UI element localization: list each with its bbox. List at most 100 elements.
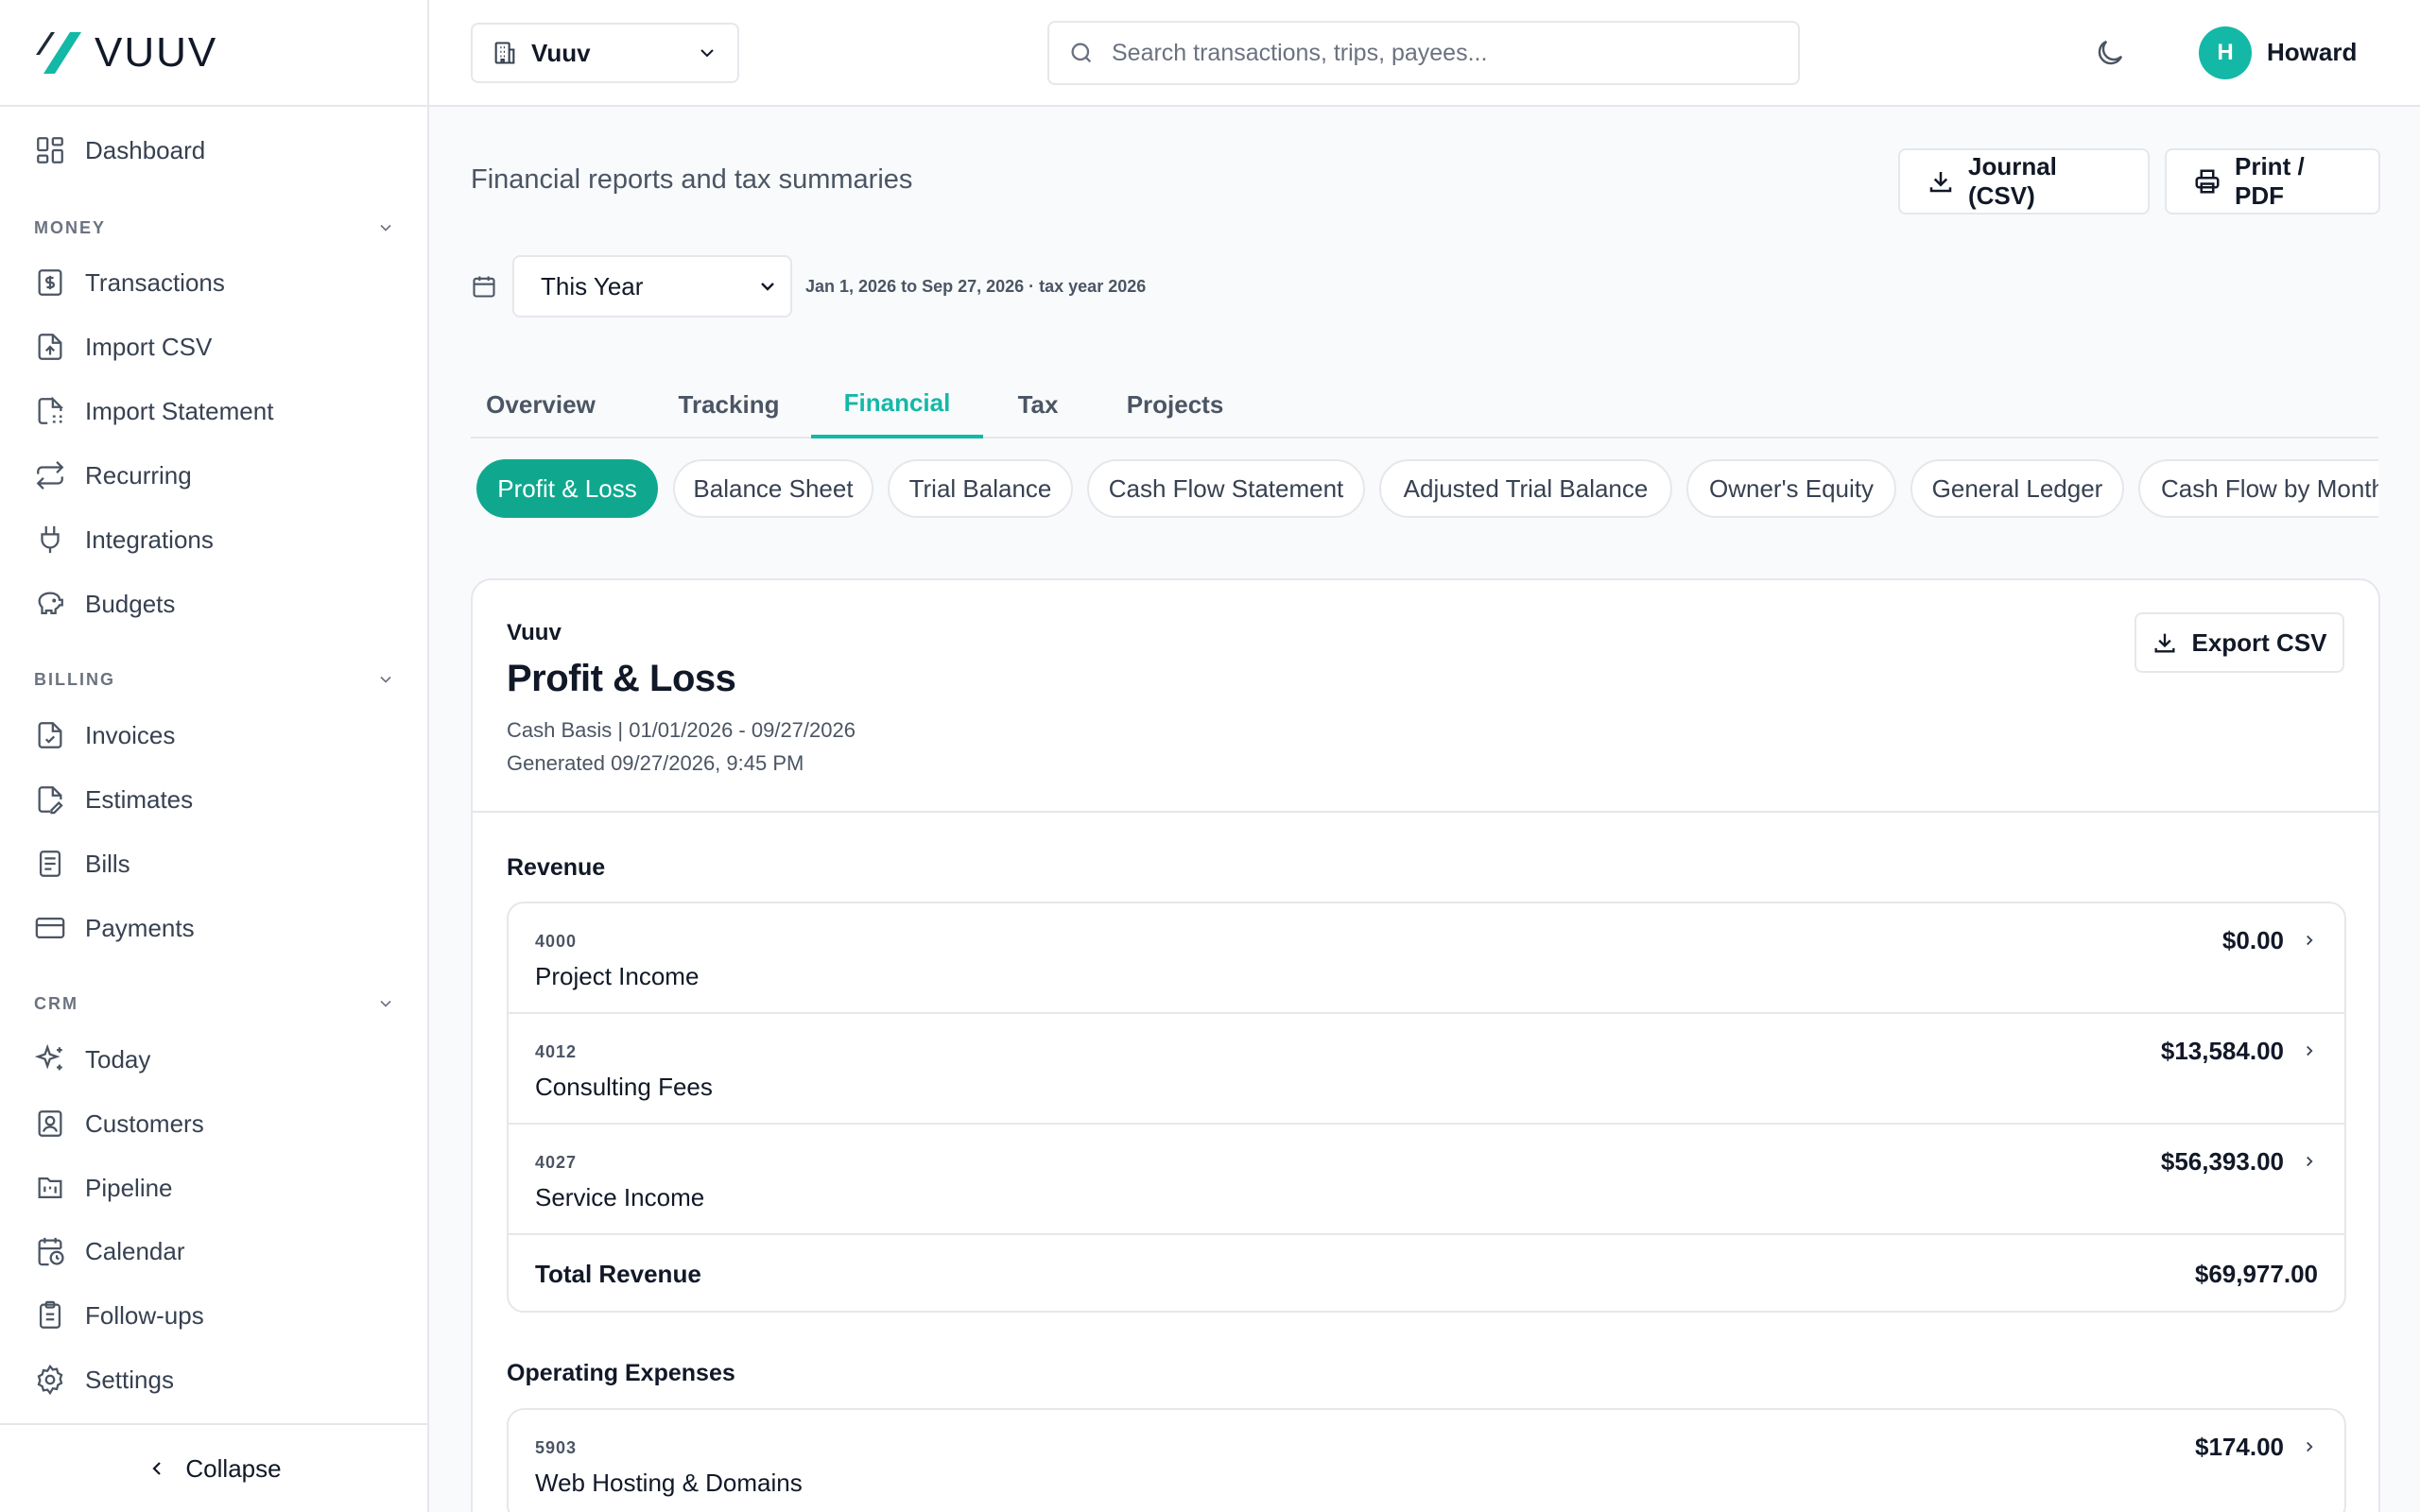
sidebar-item-recurring[interactable]: Recurring xyxy=(34,452,192,499)
chevron-right-icon xyxy=(2301,932,2318,949)
report-card: Vuuv Profit & Loss Cash Basis | 01/01/20… xyxy=(471,578,2380,1512)
sidebar-item-label: Transactions xyxy=(85,267,225,297)
file-upload-icon xyxy=(34,331,66,363)
account-amount: $56,393.00 xyxy=(2160,1147,2284,1176)
button-label: Print / PDF xyxy=(2235,152,2305,210)
account-row[interactable]: 4000 Project Income $0.00 xyxy=(509,903,2344,1014)
sidebar-item-label: Settings xyxy=(85,1365,174,1394)
sidebar-item-label: Import Statement xyxy=(85,396,274,425)
tab-projects[interactable]: Projects xyxy=(1114,370,1236,438)
gear-icon xyxy=(34,1364,66,1396)
sidebar-item-dashboard[interactable]: Dashboard xyxy=(34,127,205,174)
sidebar-item-pipeline[interactable]: Pipeline xyxy=(34,1164,173,1211)
export-csv-button[interactable]: Export CSV xyxy=(2135,612,2344,673)
sidebar-item-follow-ups[interactable]: Follow-ups xyxy=(34,1292,204,1339)
tab-tracking[interactable]: Tracking xyxy=(669,370,788,438)
report-org: Vuuv xyxy=(507,620,562,645)
account-row[interactable]: 4012 Consulting Fees $13,584.00 xyxy=(509,1014,2344,1125)
org-switcher[interactable]: Vuuv xyxy=(471,23,739,83)
sidebar-item-payments[interactable]: Payments xyxy=(34,904,195,952)
chevron-down-icon xyxy=(376,670,395,689)
sparkles-icon xyxy=(34,1043,66,1075)
journal-csv-button[interactable]: Journal (CSV) xyxy=(1898,148,2150,215)
chevron-down-icon xyxy=(756,275,779,298)
sidebar-item-label: Budgets xyxy=(85,589,176,618)
pill-profit-loss[interactable]: Profit & Loss xyxy=(476,459,658,518)
topbar: Vuuv H Howard xyxy=(429,0,2420,107)
brand-name: VUUV xyxy=(95,28,218,76)
sidebar-item-label: Dashboard xyxy=(85,135,206,164)
vuuv-logo-icon xyxy=(32,26,85,79)
building-icon xyxy=(492,40,518,66)
user-name[interactable]: Howard xyxy=(2267,38,2357,67)
sidebar-item-bills[interactable]: Bills xyxy=(34,840,130,887)
account-name: Service Income xyxy=(535,1183,705,1211)
contact-icon xyxy=(34,1108,66,1140)
sidebar-item-import-csv[interactable]: Import CSV xyxy=(34,323,212,370)
calendar-clock-icon xyxy=(34,1235,66,1267)
total-amount: $69,977.00 xyxy=(2194,1260,2318,1288)
repeat-icon xyxy=(34,459,66,491)
sidebar-item-label: Customers xyxy=(85,1108,204,1138)
chevron-down-icon xyxy=(376,218,395,237)
file-pen-icon xyxy=(34,783,66,816)
search-box[interactable] xyxy=(1047,21,1800,85)
pill-trial-balance[interactable]: Trial Balance xyxy=(888,459,1073,518)
tab-financial[interactable]: Financial xyxy=(811,370,983,438)
collapse-label: Collapse xyxy=(185,1453,282,1483)
search-input[interactable] xyxy=(1112,39,1773,67)
period-value: This Year xyxy=(541,271,644,301)
pill-adjusted-trial-balance[interactable]: Adjusted Trial Balance xyxy=(1379,459,1672,518)
sidebar-section-money[interactable]: MONEY xyxy=(34,214,395,242)
moon-icon[interactable] xyxy=(2093,36,2127,70)
kanban-icon xyxy=(34,1172,66,1204)
sidebar-item-budgets[interactable]: Budgets xyxy=(34,580,175,627)
pill-cash-flow-statement[interactable]: Cash Flow Statement xyxy=(1087,459,1365,518)
sidebar-item-label: Today xyxy=(85,1044,151,1074)
sidebar-item-import-statement[interactable]: Import Statement xyxy=(34,387,273,435)
tab-overview[interactable]: Overview xyxy=(471,370,611,438)
piggy-bank-icon xyxy=(34,588,66,620)
account-name: Project Income xyxy=(535,962,700,990)
sidebar-item-calendar[interactable]: Calendar xyxy=(34,1228,185,1275)
period-select[interactable]: This Year xyxy=(512,255,792,318)
chevron-right-icon xyxy=(2301,1438,2318,1455)
report-tabs: Overview Tracking Financial Tax Projects xyxy=(471,370,2378,438)
account-code: 4027 xyxy=(535,1153,578,1172)
pill-balance-sheet[interactable]: Balance Sheet xyxy=(673,459,873,518)
credit-card-icon xyxy=(34,912,66,944)
sidebar-item-label: Bills xyxy=(85,849,130,878)
chevron-down-icon xyxy=(376,994,395,1013)
report-type-pills: Profit & Loss Balance Sheet Trial Balanc… xyxy=(476,459,2378,518)
chevron-right-icon xyxy=(2301,1042,2318,1059)
sidebar-item-today[interactable]: Today xyxy=(34,1036,150,1083)
sidebar-item-estimates[interactable]: Estimates xyxy=(34,776,193,823)
sidebar-section-billing[interactable]: BILLING xyxy=(34,665,395,694)
print-pdf-button[interactable]: Print / PDF xyxy=(2165,148,2380,215)
pill-general-ledger[interactable]: General Ledger xyxy=(1910,459,2124,518)
brand[interactable]: VUUV xyxy=(0,0,427,107)
report-title: Profit & Loss xyxy=(507,658,736,699)
total-label: Total Revenue xyxy=(535,1260,701,1288)
account-name: Consulting Fees xyxy=(535,1073,713,1101)
sidebar-item-label: Pipeline xyxy=(85,1173,173,1202)
pill-owners-equity[interactable]: Owner's Equity xyxy=(1686,459,1896,518)
sidebar-section-crm[interactable]: CRM xyxy=(34,989,395,1018)
download-icon xyxy=(2152,629,2178,656)
sidebar-item-settings[interactable]: Settings xyxy=(34,1356,174,1403)
sidebar-item-invoices[interactable]: Invoices xyxy=(34,712,175,759)
avatar[interactable]: H xyxy=(2199,26,2252,79)
pill-cash-flow-by-month[interactable]: Cash Flow by Month xyxy=(2138,459,2378,518)
sidebar-item-transactions[interactable]: Transactions xyxy=(34,259,225,306)
account-row[interactable]: 5903 Web Hosting & Domains $174.00 xyxy=(509,1410,2344,1512)
collapse-button[interactable]: Collapse xyxy=(0,1423,427,1512)
account-row[interactable]: 4027 Service Income $56,393.00 xyxy=(509,1125,2344,1235)
sidebar: VUUV Dashboard MONEY Transactions Import… xyxy=(0,0,429,1512)
tab-tax[interactable]: Tax xyxy=(1010,370,1066,438)
button-label: Export CSV xyxy=(2191,627,2327,657)
sidebar-item-customers[interactable]: Customers xyxy=(34,1100,204,1147)
sidebar-item-label: Payments xyxy=(85,913,195,942)
section-label: BILLING xyxy=(34,669,115,689)
account-amount: $174.00 xyxy=(2195,1433,2284,1461)
sidebar-item-integrations[interactable]: Integrations xyxy=(34,516,214,563)
